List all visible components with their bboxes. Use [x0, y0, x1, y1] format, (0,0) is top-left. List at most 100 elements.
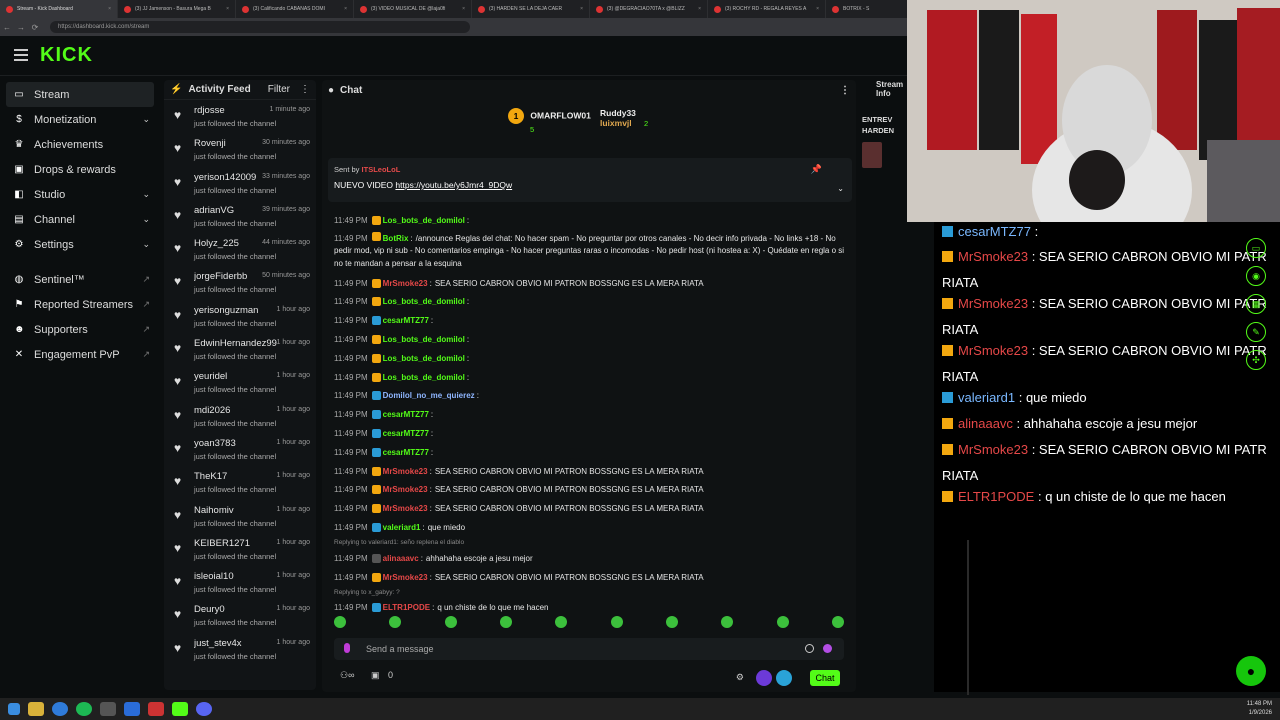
- chat-message[interactable]: 11:49 PM MrSmoke23: SEA SERIO CABRON OBVIO…: [334, 462, 846, 481]
- feed-item[interactable]: ♥ KEIBER1271 1 hour ago just followed the c…: [164, 533, 316, 566]
- feed-item[interactable]: ♥ EdwinHernandez99 1 hour ago just followed…: [164, 333, 316, 366]
- feed-item[interactable]: ♥ yoan3783 1 hour ago just followed the cha…: [164, 433, 316, 466]
- pinned-link[interactable]: https://youtu.be/y6Jmr4_9DQw: [395, 180, 512, 190]
- emoji-icon[interactable]: [805, 644, 814, 653]
- message-username[interactable]: cesarMTZ77: [383, 410, 429, 419]
- message-username[interactable]: cesarMTZ77: [383, 429, 429, 438]
- close-icon[interactable]: ×: [580, 6, 583, 12]
- browser-icon[interactable]: [148, 702, 164, 716]
- feed-item[interactable]: ♥ Naihomiv 1 hour ago just followed the cha…: [164, 500, 316, 533]
- chat-message[interactable]: 11:49 PM Los_bots_de_domilol:: [334, 368, 846, 387]
- close-icon[interactable]: ×: [698, 6, 701, 12]
- emote-picker-icon[interactable]: [823, 644, 832, 653]
- chat-message[interactable]: 11:49 PM Los_bots_de_domilol:: [334, 211, 846, 230]
- kebab-icon[interactable]: ⋮: [840, 85, 850, 96]
- sidebar-item-settings[interactable]: ⚙ Settings ⌄: [0, 232, 158, 257]
- feed-item[interactable]: ♥ rdjosse 1 minute ago just followed the ch…: [164, 100, 316, 133]
- popout-username[interactable]: MrSmoke23: [958, 296, 1028, 311]
- popout-username[interactable]: ELTR1PODE: [958, 489, 1034, 504]
- emote-icon[interactable]: [831, 616, 844, 628]
- message-username[interactable]: cesarMTZ77: [383, 316, 429, 325]
- gift-icon[interactable]: ▣: [371, 670, 380, 680]
- browser-tab[interactable]: (3) VIDEO MUSICAL DE @laja0fi ×: [354, 0, 472, 18]
- chat-message[interactable]: 11:49 PM Los_bots_de_domilol:: [334, 349, 846, 368]
- send-message-input[interactable]: Send a message: [334, 638, 844, 660]
- feed-item[interactable]: ♥ mdi2026 1 hour ago just followed the chan…: [164, 400, 316, 433]
- chat-message[interactable]: 11:49 PM cesarMTZ77:: [334, 311, 846, 330]
- sidebar-item-engagement-pvp[interactable]: ✕ Engagement PvP ↗: [0, 342, 158, 367]
- chat-message[interactable]: 11:49 PM MrSmoke23: SEA SERIO CABRON OBVIO…: [334, 481, 846, 500]
- system-clock[interactable]: 11:48 PM 1/9/2026: [1247, 700, 1272, 718]
- popout-username[interactable]: MrSmoke23: [958, 442, 1028, 457]
- close-icon[interactable]: ×: [108, 6, 111, 12]
- feed-item[interactable]: ♥ Deury0 1 hour ago just followed the chann…: [164, 599, 316, 632]
- message-username[interactable]: MrSmoke23: [383, 504, 428, 513]
- browser-tab[interactable]: (3) @DEGRACIAO70TA x @BLIZZ ×: [590, 0, 708, 18]
- browser-tab[interactable]: (3) JJ Jamenson - Basura Mega B ×: [118, 0, 236, 18]
- message-username[interactable]: BotRix: [383, 234, 409, 243]
- sidebar-item-drops-rewards[interactable]: ▣ Drops & rewards: [0, 157, 158, 182]
- feed-item[interactable]: ♥ yerisonguzman 1 hour ago just followed th…: [164, 300, 316, 333]
- popout-username[interactable]: MrSmoke23: [958, 343, 1028, 358]
- pinned-message[interactable]: Sent by ITSLeoLoL NUEVO VIDEO https://yo…: [328, 158, 852, 202]
- url-field[interactable]: https://dashboard.kick.com/stream: [50, 21, 470, 33]
- broadcast-icon[interactable]: ◉: [1246, 266, 1266, 286]
- expand-icon[interactable]: ▦: [1246, 294, 1266, 314]
- chat-message[interactable]: 11:49 PM cesarMTZ77:: [334, 405, 846, 424]
- message-username[interactable]: Domilol_no_me_quierez: [383, 391, 475, 400]
- browser-tab[interactable]: (3) Calificando CABAÑAS DOMI ×: [236, 0, 354, 18]
- chat-message[interactable]: 11:49 PM MrSmoke23: SEA SERIO CABRON OBVIO…: [334, 499, 846, 518]
- sidebar-item-achievements[interactable]: ♛ Achievements: [0, 132, 158, 157]
- message-username[interactable]: valeriard1: [383, 523, 421, 532]
- popout-username[interactable]: valeriard1: [958, 390, 1015, 405]
- microphone-icon[interactable]: [344, 643, 350, 653]
- sidebar-item-reported-streamers[interactable]: ⚑ Reported Streamers ↗: [0, 292, 158, 317]
- feed-item[interactable]: ♥ adrianVG 39 minutes ago just followed the…: [164, 200, 316, 233]
- browser-tab[interactable]: (3) ROCHY RD - REGALA REYES A ×: [708, 0, 826, 18]
- browser-tab[interactable]: (3) HARDEN SE LA DEJA CAER ×: [472, 0, 590, 18]
- message-username[interactable]: alinaaavc: [383, 554, 419, 563]
- message-username[interactable]: cesarMTZ77: [383, 448, 429, 457]
- emote-icon[interactable]: [776, 616, 789, 628]
- kick-logo[interactable]: KICK: [40, 44, 93, 67]
- emote-icon[interactable]: [444, 616, 457, 628]
- sidebar-item-studio[interactable]: ◧ Studio ⌄: [0, 182, 158, 207]
- close-icon[interactable]: ×: [344, 6, 347, 12]
- discord-icon[interactable]: [196, 702, 212, 716]
- chat-message[interactable]: 11:49 PM ELTR1PODE: q un chiste de lo que …: [334, 599, 846, 618]
- emote-icon[interactable]: [555, 616, 568, 628]
- message-username[interactable]: ELTR1PODE: [383, 603, 430, 612]
- chat-send-button[interactable]: Chat: [810, 670, 840, 686]
- chat-message[interactable]: 11:49 PM MrSmoke23: SEA SERIO CABRON OBVIO…: [334, 274, 846, 293]
- reload-icon[interactable]: ⟳: [28, 23, 42, 32]
- pin-icon[interactable]: 📌: [811, 164, 822, 175]
- message-username[interactable]: MrSmoke23: [383, 485, 428, 494]
- wrench-icon[interactable]: ✎: [1246, 322, 1266, 342]
- emote-icon[interactable]: [499, 616, 512, 628]
- back-icon[interactable]: ←: [0, 23, 14, 32]
- browser-tab[interactable]: BOTRIX - S×: [826, 0, 910, 18]
- chat-message[interactable]: 11:49 PM valeriard1: que miedo: [334, 518, 846, 537]
- forward-icon[interactable]: →: [14, 23, 28, 32]
- files-icon[interactable]: [28, 702, 44, 716]
- kebab-icon[interactable]: ⋮: [300, 84, 310, 95]
- chat-message[interactable]: 11:49 PM cesarMTZ77:: [334, 443, 846, 462]
- close-icon[interactable]: ×: [816, 6, 819, 12]
- emote-icon[interactable]: [389, 616, 402, 628]
- feed-item[interactable]: ♥ just_stev4x 1 hour ago just followed the …: [164, 633, 316, 666]
- app-icon[interactable]: [100, 702, 116, 716]
- message-username[interactable]: Los_bots_de_domilol: [383, 373, 465, 382]
- popout-username[interactable]: MrSmoke23: [958, 249, 1028, 264]
- kick-icon[interactable]: [172, 702, 188, 716]
- browser-tab[interactable]: Stream - Kick Dashboard ×: [0, 0, 118, 18]
- chat-message[interactable]: 11:49 PM Los_bots_de_domilol:: [334, 330, 846, 349]
- message-username[interactable]: MrSmoke23: [383, 467, 428, 476]
- settings-icon[interactable]: ✣: [1246, 350, 1266, 370]
- chat-message[interactable]: 11:49 PM Domilol_no_me_quierez:: [334, 387, 846, 406]
- sidebar-item-supporters[interactable]: ☻ Supporters ↗: [0, 317, 158, 342]
- emote-icon[interactable]: [610, 616, 623, 628]
- emote-icon[interactable]: [721, 616, 734, 628]
- feed-item[interactable]: ♥ yeuridel 1 hour ago just followed the cha…: [164, 366, 316, 399]
- emote-icon[interactable]: [665, 616, 678, 628]
- message-username[interactable]: Los_bots_de_domilol: [383, 354, 465, 363]
